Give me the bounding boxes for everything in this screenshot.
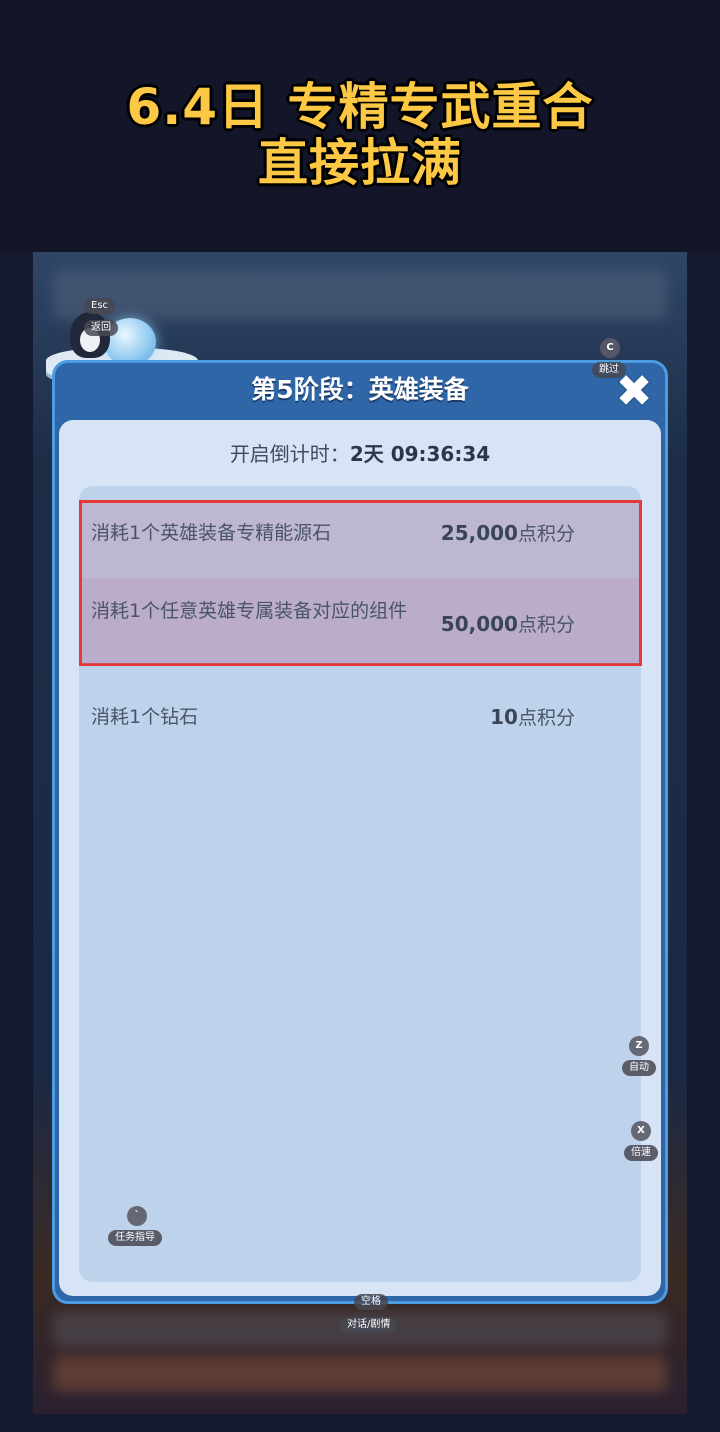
- row-points: 25,000: [440, 521, 518, 545]
- row-unit: 点积分: [517, 614, 575, 636]
- speed-key-hint: X: [631, 1121, 651, 1141]
- skip-key-hint: C: [600, 338, 620, 358]
- row-value: 25,000点积分: [441, 520, 575, 547]
- blurred-bottom-bar-2: [53, 1356, 667, 1392]
- guide-key-hint: `: [127, 1206, 147, 1226]
- row-label: 消耗1个任意英雄专属装备对应的组件: [91, 600, 408, 622]
- list-item: 消耗1个钻石 10点积分: [79, 690, 641, 744]
- countdown-label: 开启倒计时：: [229, 442, 350, 466]
- dialog-title: 第5阶段：英雄装备: [251, 375, 469, 404]
- row-label: 消耗1个英雄装备专精能源石: [91, 522, 332, 544]
- speed-button[interactable]: 倍速: [624, 1145, 658, 1161]
- row-points: 10: [490, 705, 518, 729]
- task-guide-button[interactable]: 任务指导: [108, 1230, 162, 1246]
- countdown: 开启倒计时：2天 09:36:34: [59, 440, 661, 468]
- row-value: 10点积分: [490, 704, 575, 731]
- countdown-value: 2天 09:36:34: [349, 442, 491, 466]
- esc-key-hint: Esc: [84, 298, 116, 314]
- list-item: 消耗1个英雄装备专精能源石 25,000点积分: [79, 500, 641, 578]
- row-label: 消耗1个钻石: [91, 706, 199, 728]
- space-key-hint: 空格: [354, 1294, 388, 1310]
- back-button[interactable]: 返回: [84, 320, 118, 336]
- blurred-top-bar: [53, 270, 667, 320]
- headline-banner: 6.4日 专精专武重合 直接拉满: [0, 0, 720, 252]
- headline-line-2: 直接拉满: [258, 134, 462, 192]
- row-points: 50,000: [440, 612, 518, 636]
- row-unit: 点积分: [517, 523, 575, 545]
- auto-key-hint: Z: [629, 1036, 649, 1056]
- dialogue-button[interactable]: 对话/剧情: [340, 1317, 398, 1333]
- row-unit: 点积分: [517, 707, 575, 729]
- auto-button[interactable]: 自动: [622, 1060, 656, 1076]
- list-item: 消耗1个任意英雄专属装备对应的组件 50,000点积分: [79, 578, 641, 666]
- headline-line-1: 6.4日 专精专武重合: [126, 78, 594, 136]
- row-value: 50,000点积分: [441, 611, 575, 638]
- close-icon[interactable]: ✖: [612, 370, 656, 414]
